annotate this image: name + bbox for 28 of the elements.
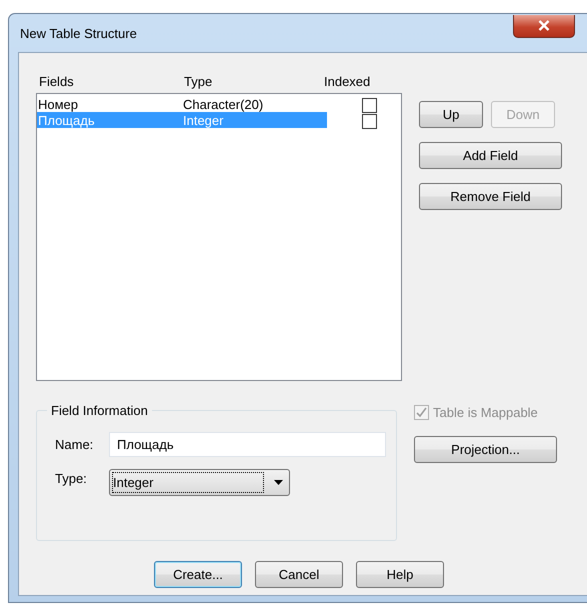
remove-field-button[interactable]: Remove Field bbox=[419, 183, 562, 210]
indexed-checkbox[interactable] bbox=[362, 98, 377, 113]
type-label: Type: bbox=[55, 471, 88, 486]
add-field-button[interactable]: Add Field bbox=[419, 142, 562, 169]
name-label: Name: bbox=[55, 437, 94, 452]
field-name: Площадь bbox=[37, 112, 96, 128]
dropdown-arrow-icon bbox=[274, 480, 283, 485]
projection-button[interactable]: Projection... bbox=[414, 436, 557, 463]
group-title: Field Information bbox=[50, 403, 149, 418]
field-type: Character(20) bbox=[183, 96, 264, 112]
checkmark-icon bbox=[416, 407, 427, 418]
up-button[interactable]: Up bbox=[419, 101, 483, 128]
window-title: New Table Structure bbox=[20, 26, 137, 40]
field-type: Integer bbox=[183, 112, 224, 128]
mappable-label: Table is Mappable bbox=[433, 405, 538, 420]
field-name: Номер bbox=[37, 96, 80, 112]
dialog-button[interactable]: Cancel bbox=[255, 561, 343, 588]
indexed-checkbox[interactable] bbox=[362, 114, 377, 129]
column-header: Type bbox=[184, 74, 214, 89]
close-icon bbox=[538, 20, 550, 31]
dialog-button[interactable]: Help bbox=[356, 561, 444, 588]
dialog-button[interactable]: Create... bbox=[154, 561, 242, 588]
column-header: Indexed bbox=[324, 74, 370, 89]
list-row[interactable]: Номер Character(20) bbox=[37, 96, 327, 112]
type-dropdown[interactable]: Integer bbox=[109, 469, 290, 496]
column-header: Fields bbox=[38, 74, 75, 89]
name-field[interactable]: Площадь bbox=[109, 432, 386, 457]
close-button[interactable] bbox=[513, 14, 575, 38]
